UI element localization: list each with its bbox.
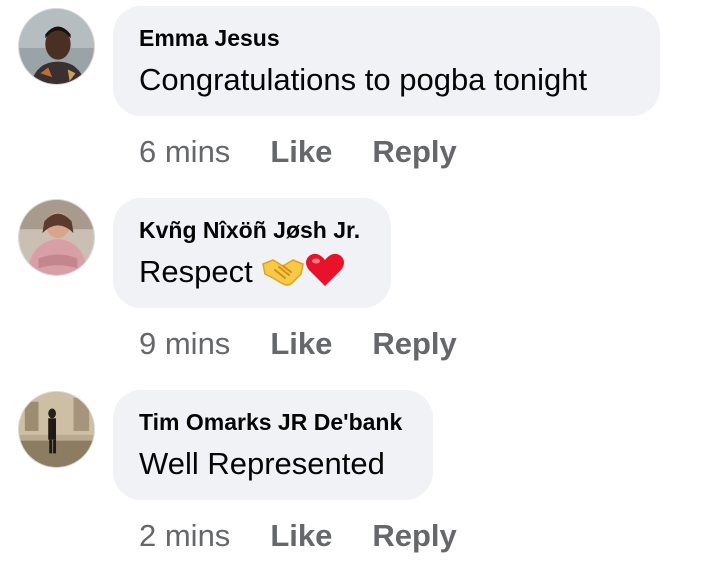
comment-time[interactable]: 9 mins (139, 324, 230, 364)
profile-photo-man-icon (19, 9, 94, 84)
comment-author[interactable]: Tim Omarks JR De'bank (139, 408, 407, 436)
comment-actions: 9 mins Like Reply (139, 324, 457, 364)
comment-time[interactable]: 6 mins (139, 132, 230, 172)
like-button[interactable]: Like (270, 132, 332, 172)
red-heart-emoji-icon (305, 252, 345, 298)
comment-author[interactable]: Kvñg Nîxöñ Jøsh Jr. (139, 216, 365, 244)
like-button[interactable]: Like (270, 324, 332, 364)
reply-button[interactable]: Reply (372, 516, 456, 556)
comment-bubble: Kvñg Nîxöñ Jøsh Jr. Respect (113, 198, 391, 308)
profile-photo-pink-outfit-icon (19, 200, 94, 275)
profile-photo-standing-figure-icon (19, 392, 94, 467)
handshake-emoji-icon (261, 254, 305, 298)
comment-author[interactable]: Emma Jesus (139, 24, 634, 52)
comment-time[interactable]: 2 mins (139, 516, 230, 556)
like-button[interactable]: Like (270, 516, 332, 556)
comment-text: Well Represented (139, 446, 385, 481)
avatar[interactable] (18, 8, 95, 85)
reply-button[interactable]: Reply (372, 324, 456, 364)
comment-text: Congratulations to pogba tonight (139, 62, 588, 97)
comment-bubble: Tim Omarks JR De'bank Well Represented (113, 390, 433, 500)
reply-button[interactable]: Reply (372, 132, 456, 172)
comment-bubble: Emma Jesus Congratulations to pogba toni… (113, 6, 660, 116)
comment-actions: 6 mins Like Reply (139, 132, 457, 172)
avatar[interactable] (18, 391, 95, 468)
comment-text-value: Respect (139, 254, 253, 289)
comment-text: Respect (139, 252, 365, 298)
avatar[interactable] (18, 199, 95, 276)
comment-actions: 2 mins Like Reply (139, 516, 457, 556)
